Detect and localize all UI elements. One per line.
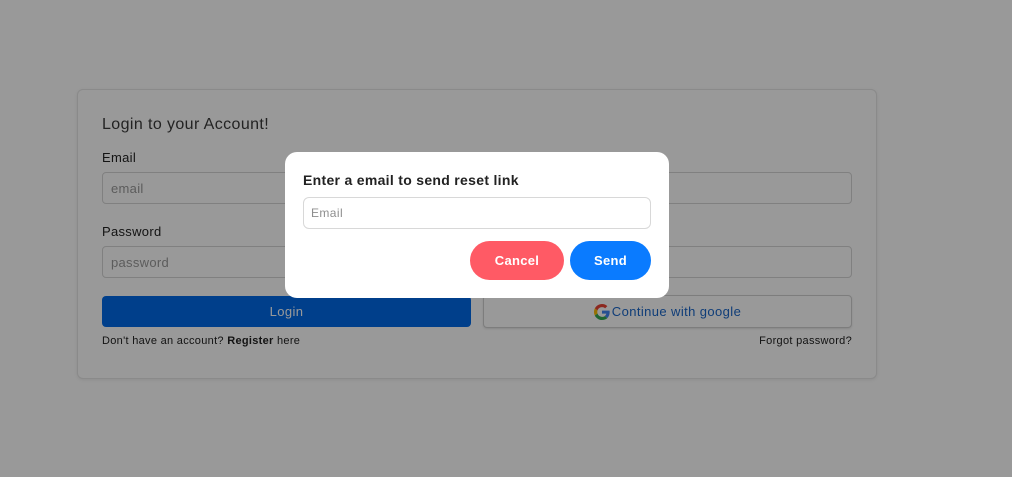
login-page: Login to your Account! Email Password Lo… (0, 0, 1012, 477)
send-button[interactable]: Send (570, 241, 651, 280)
reset-email-input[interactable] (303, 197, 651, 229)
reset-modal-title: Enter a email to send reset link (303, 172, 519, 188)
reset-password-modal: Enter a email to send reset link Cancel … (285, 152, 669, 298)
cancel-button[interactable]: Cancel (470, 241, 564, 280)
